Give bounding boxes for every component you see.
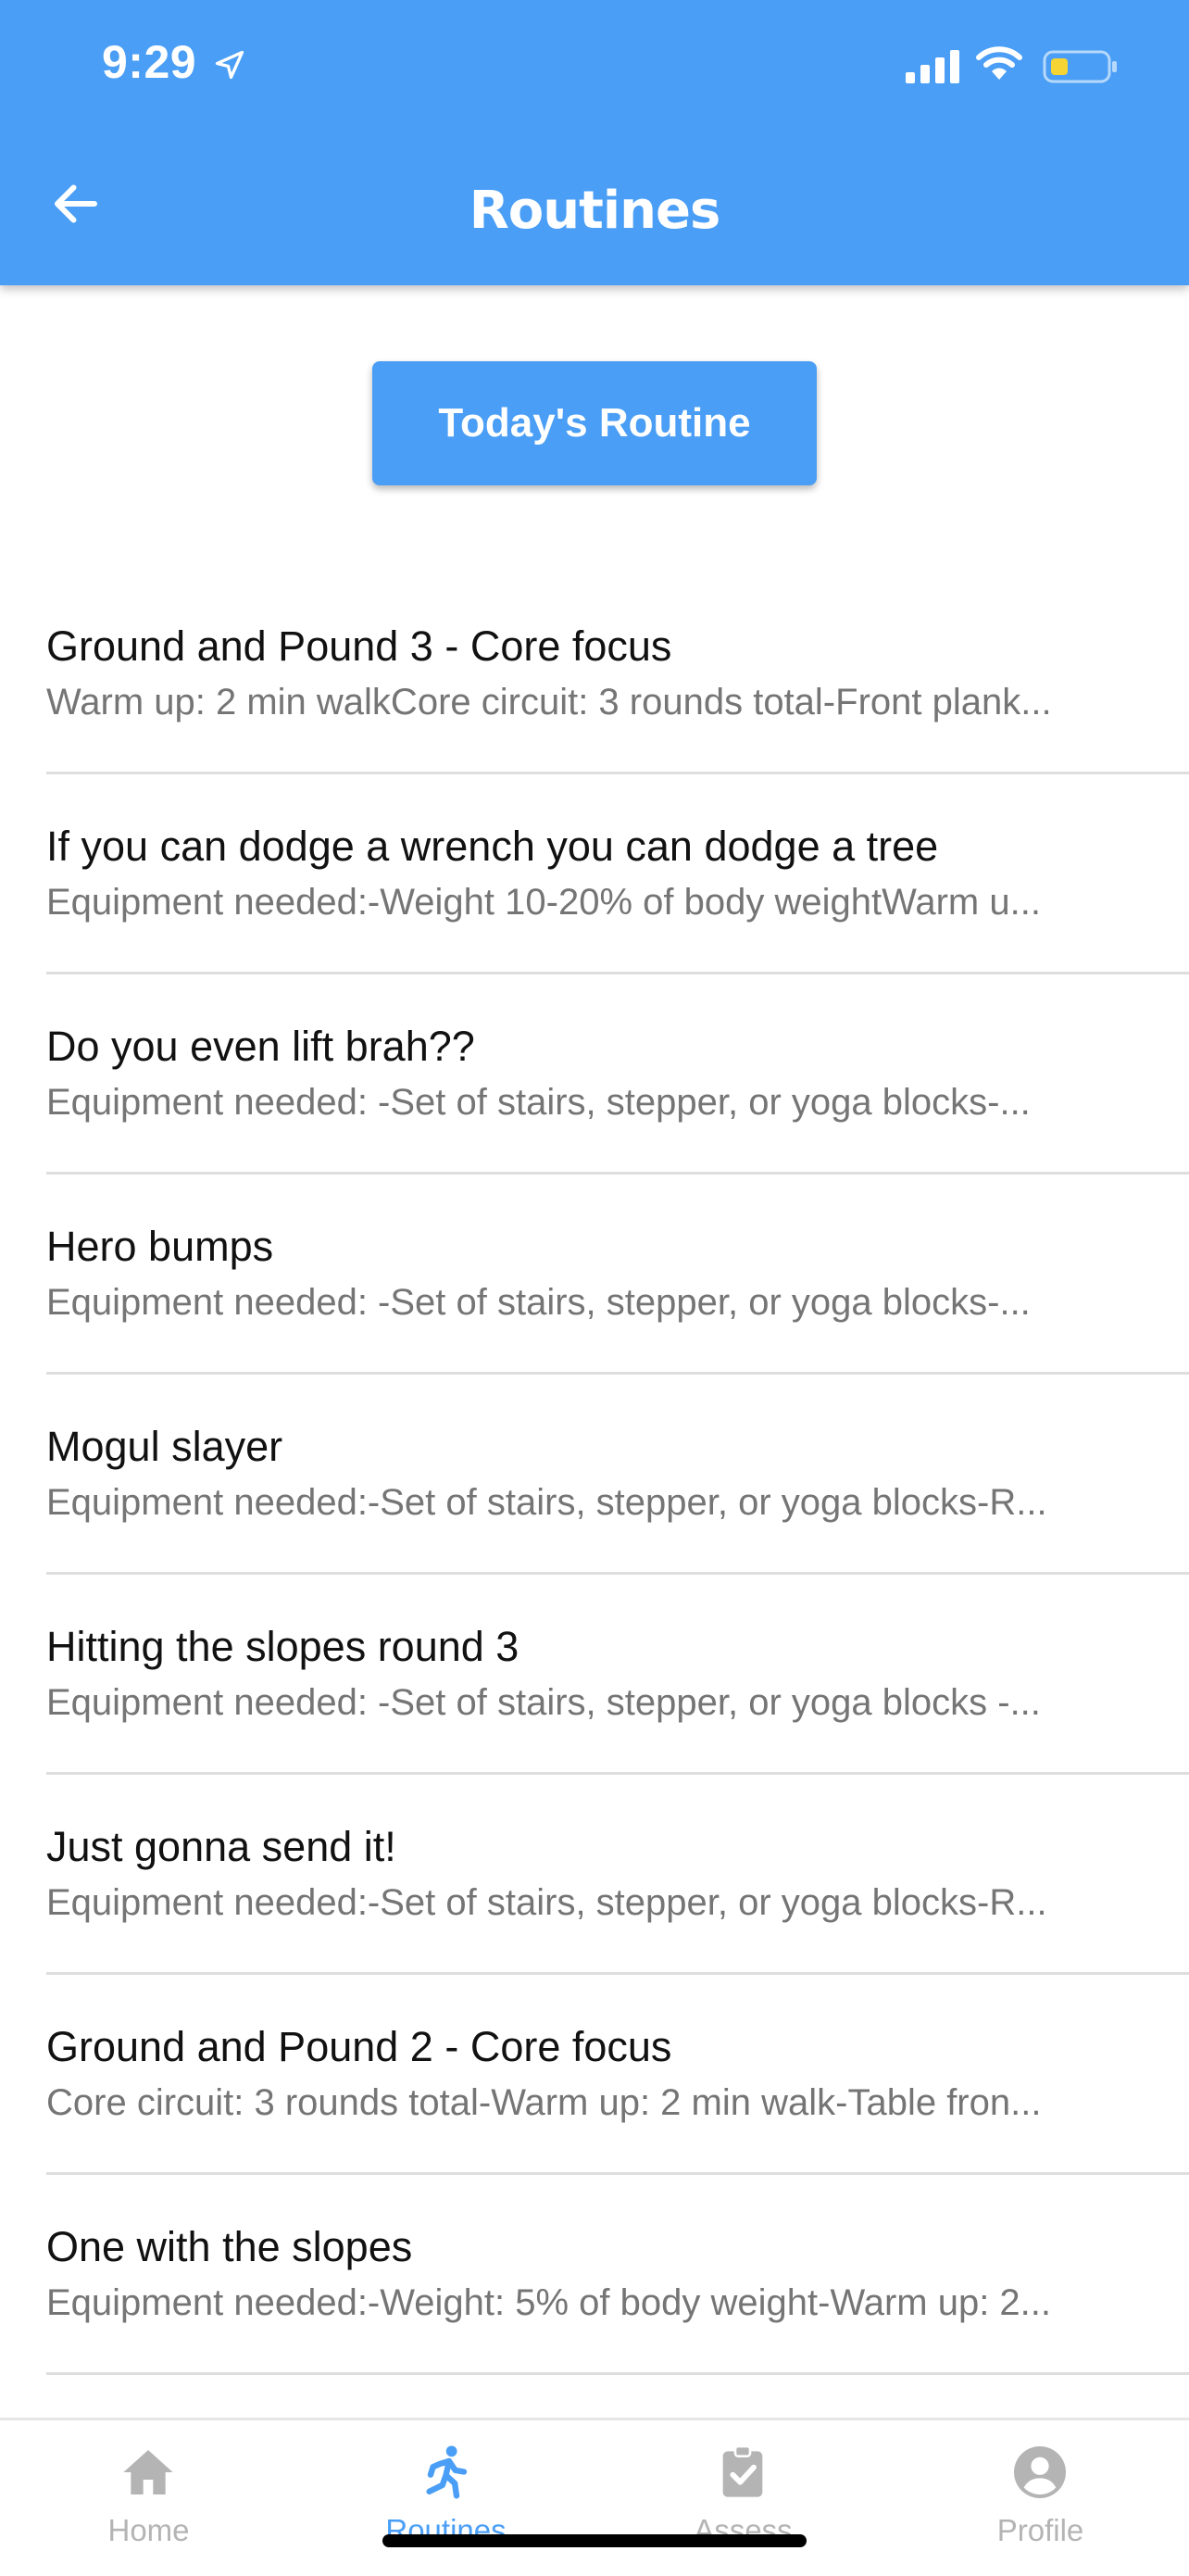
routine-description: Equipment needed:-Weight: 5% of body wei… [46, 2282, 1052, 2323]
routine-list-item[interactable]: Hero bumps Equipment needed: -Set of stai… [0, 1175, 1189, 1375]
routine-list-item[interactable]: If you can dodge a wrench you can dodge … [0, 774, 1189, 974]
battery-icon [1043, 50, 1117, 83]
status-time: 9:29 [102, 36, 197, 88]
tab-home[interactable]: Home [0, 2420, 297, 2576]
bottom-tab-bar: Home Routines Assess Profile [0, 2418, 1189, 2576]
routine-title: If you can dodge a wrench you can dodge … [46, 823, 939, 870]
todays-routine-button[interactable]: Today's Routine [372, 361, 817, 485]
routine-description: Warm up: 2 min walkCore circuit: 3 round… [46, 682, 1052, 723]
user-circle-icon [1014, 2446, 1066, 2498]
routine-list-item[interactable]: One with the slopes Equipment needed:-Wei… [0, 2175, 1189, 2375]
routine-title: Just gonna send it! [46, 1823, 396, 1870]
routine-title: Ground and Pound 3 - Core focus [46, 622, 672, 670]
routine-title: Ground and Pound 2 - Core focus [46, 2023, 672, 2070]
clipboard-check-icon [722, 2444, 763, 2497]
tab-routines[interactable]: Routines [297, 2420, 594, 2576]
routine-list-item[interactable]: Do you even lift brah?? Equipment needed:… [0, 974, 1189, 1175]
running-person-icon [426, 2445, 468, 2499]
routine-title: Do you even lift brah?? [46, 1023, 475, 1070]
tab-label: Profile [996, 2513, 1084, 2547]
tab-label: Home [107, 2513, 190, 2547]
routine-description: Equipment needed:-Set of stairs, stepper… [46, 1882, 1047, 1923]
page-title: Routines [469, 181, 721, 241]
app-header: 9:29 Routines [0, 0, 1189, 285]
tab-assess[interactable]: Assess [594, 2420, 892, 2576]
routine-title: Hitting the slopes round 3 [46, 1623, 519, 1670]
routine-description: Equipment needed: -Set of stairs, steppe… [46, 1082, 1031, 1123]
routine-description: Core circuit: 3 rounds total-Warm up: 2 … [46, 2082, 1042, 2123]
routine-title: Hero bumps [46, 1223, 274, 1270]
routine-list-item[interactable]: Mogul slayer Equipment needed:-Set of sta… [0, 1375, 1189, 1575]
arrow-left-icon[interactable] [48, 176, 104, 232]
routine-title: Mogul slayer [46, 1423, 283, 1470]
location-arrow-icon [215, 50, 244, 80]
home-indicator [382, 2534, 807, 2547]
routine-list: Ground and Pound 3 - Core focus Warm up: … [0, 574, 1189, 2375]
wifi-icon [976, 46, 1022, 80]
routine-list-item[interactable]: Just gonna send it! Equipment needed:-Set… [0, 1775, 1189, 1975]
routine-description: Equipment needed:-Set of stairs, stepper… [46, 1482, 1047, 1523]
routine-title: One with the slopes [46, 2223, 413, 2270]
routine-list-item[interactable]: Ground and Pound 2 - Core focus Core circ… [0, 1975, 1189, 2175]
list-divider [46, 2372, 1189, 2375]
home-icon [123, 2450, 173, 2494]
routine-list-item[interactable]: Ground and Pound 3 - Core focus Warm up: … [0, 574, 1189, 774]
cellular-signal-icon [906, 50, 959, 83]
tab-profile[interactable]: Profile [892, 2420, 1189, 2576]
routine-description: Equipment needed:-Weight 10-20% of body … [46, 882, 1041, 923]
routine-description: Equipment needed: -Set of stairs, steppe… [46, 1682, 1041, 1723]
routine-description: Equipment needed: -Set of stairs, steppe… [46, 1282, 1031, 1323]
routine-list-item[interactable]: Hitting the slopes round 3 Equipment need… [0, 1575, 1189, 1775]
